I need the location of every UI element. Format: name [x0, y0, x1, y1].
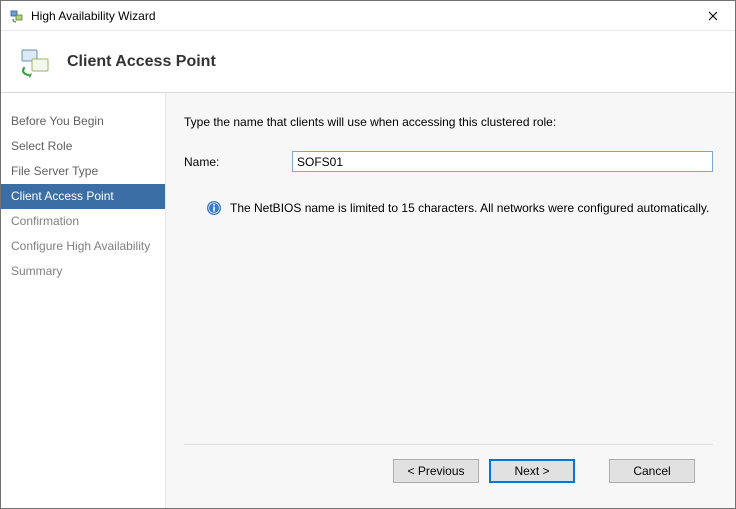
info-text: The NetBIOS name is limited to 15 charac… [230, 200, 709, 215]
wizard-step-title: Client Access Point [67, 53, 216, 71]
step-configure-high-availability: Configure High Availability [1, 234, 165, 259]
titlebar: High Availability Wizard [1, 1, 735, 31]
info-icon [206, 200, 222, 216]
button-bar: < Previous Next > Cancel [184, 444, 713, 496]
wizard-window: High Availability Wizard Client Access P… [0, 0, 736, 509]
info-row: The NetBIOS name is limited to 15 charac… [184, 200, 713, 216]
next-button[interactable]: Next > [489, 459, 575, 483]
name-row: Name: [184, 151, 713, 172]
close-button[interactable] [690, 1, 735, 30]
step-before-you-begin[interactable]: Before You Begin [1, 109, 165, 134]
previous-button[interactable]: < Previous [393, 459, 479, 483]
wizard-header-icon [19, 45, 53, 79]
wizard-body: Before You BeginSelect RoleFile Server T… [1, 93, 735, 508]
app-icon [9, 8, 25, 24]
content-pane: Type the name that clients will use when… [165, 93, 735, 508]
close-icon [708, 11, 718, 21]
step-summary: Summary [1, 259, 165, 284]
window-title: High Availability Wizard [25, 9, 690, 23]
wizard-header: Client Access Point [1, 31, 735, 93]
instruction-text: Type the name that clients will use when… [184, 115, 713, 129]
step-select-role[interactable]: Select Role [1, 134, 165, 159]
steps-sidebar: Before You BeginSelect RoleFile Server T… [1, 93, 165, 508]
cancel-button[interactable]: Cancel [609, 459, 695, 483]
name-label: Name: [184, 155, 274, 169]
name-input[interactable] [292, 151, 713, 172]
step-client-access-point: Client Access Point [1, 184, 165, 209]
step-confirmation: Confirmation [1, 209, 165, 234]
step-file-server-type[interactable]: File Server Type [1, 159, 165, 184]
